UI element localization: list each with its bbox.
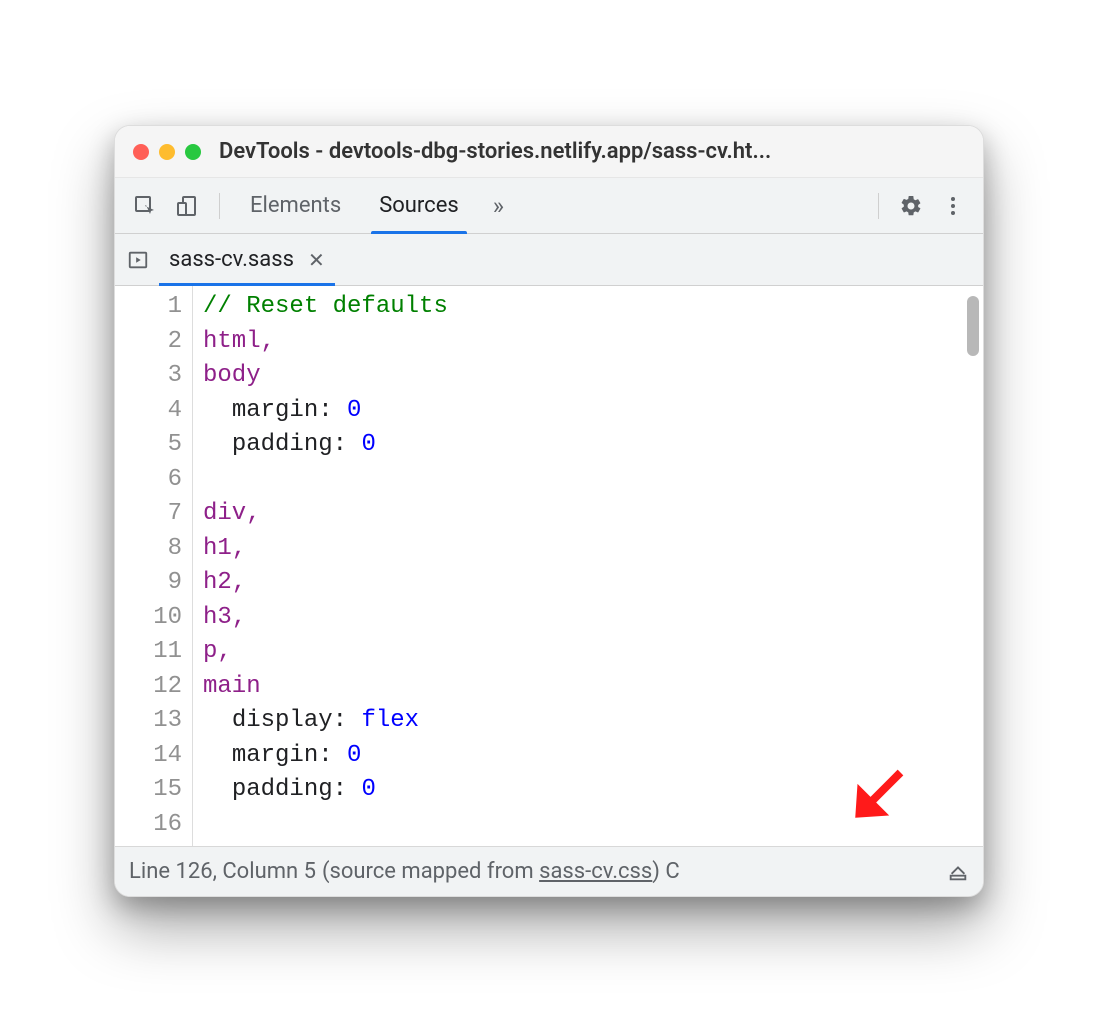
status-bar: Line 126, Column 5 (source mapped from s…	[115, 846, 983, 896]
source-mapped-suffix: )	[652, 859, 660, 884]
line-number: 12	[115, 670, 192, 705]
line-number-gutter: 12345678910111213141516	[115, 286, 193, 846]
code-line[interactable]	[203, 463, 983, 498]
line-number: 6	[115, 463, 192, 498]
titlebar: DevTools - devtools-dbg-stories.netlify.…	[115, 126, 983, 178]
devtools-window: DevTools - devtools-dbg-stories.netlify.…	[114, 125, 984, 897]
close-file-tab-icon[interactable]: ✕	[308, 248, 325, 272]
file-tab-sass-cv[interactable]: sass-cv.sass ✕	[155, 234, 339, 286]
sources-subtoolbar: sass-cv.sass ✕	[115, 234, 983, 286]
line-number: 11	[115, 635, 192, 670]
line-number: 14	[115, 739, 192, 774]
tab-sources[interactable]: Sources	[361, 178, 477, 234]
close-window-button[interactable]	[133, 144, 149, 160]
more-tabs-chevron-icon[interactable]: »	[479, 192, 518, 220]
scrollbar-thumb[interactable]	[967, 296, 979, 356]
cursor-position: Line 126, Column 5	[129, 859, 316, 884]
code-line[interactable]: html,	[203, 325, 983, 360]
navigator-toggle-icon[interactable]	[121, 243, 155, 277]
code-line[interactable]	[203, 808, 983, 843]
code-line[interactable]: margin: 0	[203, 394, 983, 429]
line-number: 10	[115, 601, 192, 636]
code-line[interactable]: body	[203, 359, 983, 394]
line-number: 7	[115, 497, 192, 532]
tab-sources-label: Sources	[379, 193, 459, 218]
code-line[interactable]: margin: 0	[203, 739, 983, 774]
code-line[interactable]: main	[203, 670, 983, 705]
toolbar-divider	[219, 193, 220, 219]
code-line[interactable]: display: flex	[203, 704, 983, 739]
line-number: 16	[115, 808, 192, 843]
minimize-window-button[interactable]	[159, 144, 175, 160]
file-tab-label: sass-cv.sass	[169, 247, 294, 272]
tab-elements[interactable]: Elements	[232, 178, 359, 234]
code-line[interactable]: padding: 0	[203, 428, 983, 463]
code-editor[interactable]: 12345678910111213141516 // Reset default…	[115, 286, 983, 846]
code-line[interactable]: p,	[203, 635, 983, 670]
kebab-menu-icon[interactable]	[933, 186, 973, 226]
tab-elements-label: Elements	[250, 193, 341, 218]
status-trailing: C	[660, 859, 680, 884]
line-number: 9	[115, 566, 192, 601]
line-number: 13	[115, 704, 192, 739]
inspect-element-icon[interactable]	[125, 186, 165, 226]
line-number: 4	[115, 394, 192, 429]
code-line[interactable]: h2,	[203, 566, 983, 601]
line-number: 8	[115, 532, 192, 567]
window-title: DevTools - devtools-dbg-stories.netlify.…	[219, 139, 965, 164]
source-mapped-link[interactable]: sass-cv.css	[539, 859, 652, 884]
code-line[interactable]: div,	[203, 497, 983, 532]
toolbar-divider	[878, 193, 879, 219]
settings-gear-icon[interactable]	[891, 186, 931, 226]
line-number: 15	[115, 773, 192, 808]
code-line[interactable]: h1,	[203, 532, 983, 567]
source-mapped-prefix: (source mapped from	[322, 859, 539, 884]
line-number: 3	[115, 359, 192, 394]
maximize-window-button[interactable]	[185, 144, 201, 160]
main-toolbar: Elements Sources »	[115, 178, 983, 234]
device-toolbar-icon[interactable]	[167, 186, 207, 226]
line-number: 2	[115, 325, 192, 360]
code-content[interactable]: // Reset defaultshtml,body margin: 0 pad…	[193, 286, 983, 846]
line-number: 1	[115, 290, 192, 325]
line-number: 5	[115, 428, 192, 463]
code-line[interactable]: // Reset defaults	[203, 290, 983, 325]
traffic-lights	[133, 144, 201, 160]
code-line[interactable]: h3,	[203, 601, 983, 636]
code-line[interactable]: padding: 0	[203, 773, 983, 808]
show-drawer-icon[interactable]	[947, 861, 969, 883]
